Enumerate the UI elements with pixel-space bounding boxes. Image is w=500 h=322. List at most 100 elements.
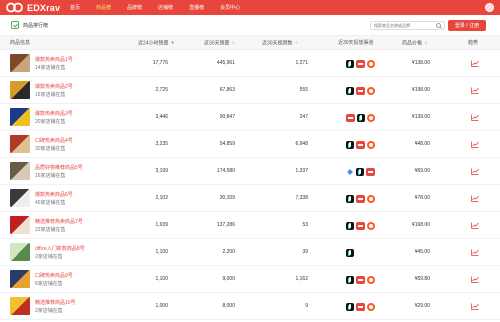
column-header-label: 商品信息 [10,40,31,46]
table-row[interactable]: 爆款热卖商品2号 16家店铺在售 2,725 67,863 555 ¥198.00 [0,77,500,104]
kuaishou-icon [367,86,375,95]
search-icon[interactable] [436,23,441,28]
trend-chart-icon[interactable] [471,303,479,310]
table-row[interactable]: 口碑热卖商品9号 6家店铺在售 1,100 9,000 1,162 ¥59.80 [0,266,500,293]
videos-30d: 7,338 [295,195,308,201]
trend-chart-icon[interactable] [471,114,479,121]
videos-30d: 555 [299,87,308,93]
column-header-1[interactable]: 近24小时销量 ▼ [138,36,175,50]
table-row[interactable]: 爆款热卖商品3号 20家店铺在售 3,446 90,847 247 ¥139.00 [0,104,500,131]
videos-30d: 9 [305,303,308,309]
product-name-link[interactable]: 爆款热卖商品3号 [35,110,73,117]
column-header-2[interactable]: 近30天销量 ⇕ [204,36,235,50]
table-row[interactable]: 口碑热卖商品4号 30家店铺在售 3,235 54,859 6,948 ¥48.00 [0,131,500,158]
sales-24h: 1,939 [155,222,168,228]
table-row[interactable]: 爆款热卖商品1号 14家店铺在售 17,776 445,961 1,271 ¥138.00 [0,50,500,77]
nav-item-4[interactable]: 直播榜 [181,0,212,15]
platform-icons [346,140,375,149]
sales-30d: 30,109 [219,195,235,201]
product-thumbnail[interactable] [10,162,30,180]
user-avatar[interactable] [485,3,494,12]
product-thumbnail[interactable] [10,81,30,99]
kuaishou-icon [367,221,375,230]
sort-icon[interactable]: ▼ [171,36,175,50]
column-header-0: 商品信息 [10,36,30,50]
table-row[interactable]: 爆款热卖商品6号 45家店铺在售 2,102 30,109 7,338 ¥78.00 [0,185,500,212]
product-thumbnail[interactable] [10,243,30,261]
column-header-4: 近30天投放渠道 [338,36,374,50]
product-name-link[interactable]: 口碑热卖商品9号 [35,272,73,279]
nav-item-1[interactable]: 商品榜 [88,0,119,15]
product-shop-count: 6家店铺在售 [35,281,63,287]
trend-chart-icon[interactable] [471,60,479,67]
product-price: ¥198.00 [411,87,430,93]
product-name-link[interactable]: 精选推荐商品10号 [35,299,76,306]
sort-icon[interactable]: ⇕ [295,36,298,50]
product-name-link[interactable]: 精选推荐热卖商品7号 [35,218,83,225]
table-row[interactable]: 精选推荐热卖商品7号 23家店铺在售 1,939 137,286 53 ¥168.00 [0,212,500,239]
trend-chart-icon[interactable] [471,141,479,148]
product-name-link[interactable]: office入门新款商品8号 [35,245,85,252]
sales-24h: 3,446 [155,114,168,120]
product-shop-count: 16家店铺在售 [35,92,66,98]
product-thumbnail[interactable] [10,135,30,153]
sales-30d: 90,847 [219,114,235,120]
sort-icon[interactable]: ⇕ [232,36,235,50]
trend-chart-icon[interactable] [471,222,479,229]
sales-24h: 2,725 [155,87,168,93]
nav-item-0[interactable]: 首页 [62,0,88,15]
table-header: 商品信息 近24小时销量 ▼ 近30天销量 ⇕ 近30天视频数 ⇕ 近30天投放渠道 商品价格 ⇕… [0,36,500,50]
table-row[interactable]: office入门新款商品8号 2家店铺在售 1,100 2,200 39 ¥45.00 [0,239,500,266]
trend-chart-icon[interactable] [471,249,479,256]
sales-24h: 3,235 [155,141,168,147]
login-button[interactable]: 登录 / 注册 [448,20,486,31]
column-header-label: 近30天投放渠道 [338,40,374,46]
taobao-icon [356,194,365,203]
trend-chart-icon[interactable] [471,87,479,94]
sales-30d: 9,000 [222,276,235,282]
taobao-icon [346,113,355,122]
videos-30d: 1,271 [295,60,308,66]
videos-30d: 39 [302,249,308,255]
column-header-5[interactable]: 商品价格 ⇕ [402,36,427,50]
sales-24h: 3,199 [155,168,168,174]
product-price: ¥69.00 [414,168,430,174]
column-header-label: 近24小时销量 [138,40,169,47]
product-thumbnail[interactable] [10,297,30,315]
product-price: ¥139.00 [411,114,430,120]
kuaishou-icon [367,140,375,149]
trend-chart-icon[interactable] [471,168,479,175]
table-row[interactable]: 精选推荐商品10号 2家店铺在售 1,000 8,000 9 ¥29.00 [0,293,500,320]
product-price: ¥29.00 [414,303,430,309]
platform-icons [346,221,375,230]
kuaishou-icon [367,113,375,122]
product-name-link[interactable]: 爆款热卖商品1号 [35,56,73,63]
product-thumbnail[interactable] [10,189,30,207]
taobao-icon [356,140,365,149]
nav-item-5[interactable]: 会员中心 [212,0,248,15]
platform-icons [346,113,375,122]
trend-chart-icon[interactable] [471,195,479,202]
product-thumbnail[interactable] [10,108,30,126]
product-name-link[interactable]: 爆款热卖商品6号 [35,191,73,198]
product-thumbnail[interactable] [10,54,30,72]
platform-icons [346,302,375,311]
column-header-3[interactable]: 近30天视频数 ⇕ [262,36,298,50]
platform-icons [346,167,375,176]
trend-chart-icon[interactable] [471,276,479,283]
search-input[interactable] [370,21,445,30]
product-thumbnail[interactable] [10,270,30,288]
product-name-link[interactable]: 品质好物推荐商品5号 [35,164,83,171]
table-row[interactable]: 品质好物推荐商品5号 16家店铺在售 3,199 174,580 1,337 ¥69.00 [0,158,500,185]
nav-item-2[interactable]: 品牌榜 [119,0,150,15]
product-thumbnail[interactable] [10,216,30,234]
product-name-link[interactable]: 爆款热卖商品2号 [35,83,73,90]
column-header-label: 近30天销量 [204,40,230,47]
product-shop-count: 14家店铺在售 [35,65,66,71]
nav-item-3[interactable]: 店铺榜 [150,0,181,15]
product-name-link[interactable]: 口碑热卖商品4号 [35,137,73,144]
logo-icon [6,2,23,13]
app-logo[interactable]: EDXrav [0,0,62,15]
douyin-icon [346,248,354,257]
sort-icon[interactable]: ⇕ [424,36,427,50]
